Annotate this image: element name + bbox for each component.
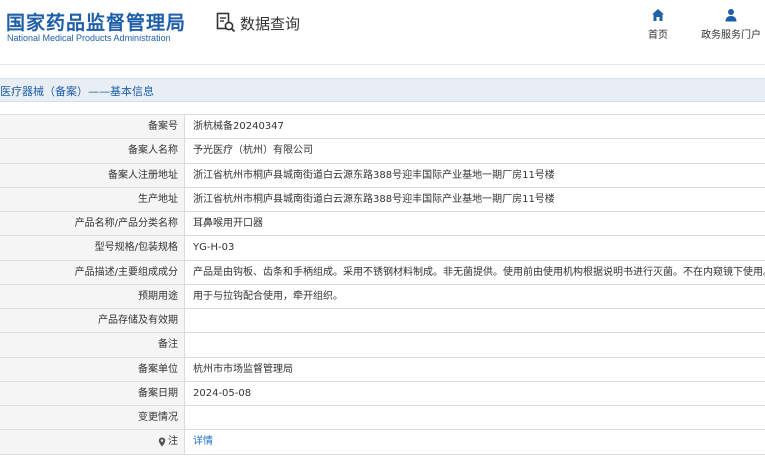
- table-row: 备注: [0, 333, 765, 358]
- info-table: 备案号 浙杭械备20240347 备案人名称 予光医疗（杭州）有限公司 备案人注…: [0, 114, 765, 455]
- row-value: [185, 406, 765, 429]
- row-value: 予光医疗（杭州）有限公司: [193, 145, 313, 157]
- map-pin-icon: [158, 437, 166, 447]
- row-label: 产品名称/产品分类名称: [0, 212, 185, 236]
- row-value: [185, 309, 765, 332]
- nav-home[interactable]: 首页: [648, 8, 668, 41]
- table-row: 生产地址 浙江省杭州市桐庐县城南街道白云源东路388号迎丰国际产业基地一期厂房1…: [0, 187, 765, 212]
- row-value: 杭州市市场监督管理局: [193, 363, 293, 375]
- user-icon: [725, 9, 737, 22]
- row-label: 备注: [0, 333, 185, 357]
- row-value: 产品是由钩板、齿条和手柄组成。采用不锈钢材料制成。非无菌提供。使用前由使用机构根…: [193, 266, 765, 278]
- row-value: 2024-05-08: [193, 387, 252, 399]
- row-value: YG-H-03: [193, 242, 235, 254]
- row-label: 型号规格/包装规格: [0, 236, 185, 260]
- row-value: 浙江省杭州市桐庐县城南街道白云源东路388号迎丰国际产业基地一期厂房11号楼: [193, 193, 555, 205]
- data-query-link[interactable]: 数据查询: [216, 12, 300, 34]
- row-label: 备案日期: [0, 381, 185, 405]
- row-value: 浙江省杭州市桐庐县城南街道白云源东路388号迎丰国际产业基地一期厂房11号楼: [193, 169, 555, 181]
- section-title: 医疗器械（备案）——基本信息: [0, 85, 154, 98]
- site-logo-cn[interactable]: 国家药品监督管理局: [6, 8, 186, 35]
- note-label: 注: [168, 436, 178, 448]
- table-row: 预期用途 用于与拉钩配合使用，牵开组织。: [0, 284, 765, 309]
- nav-service-portal-label: 政务服务门户: [701, 30, 761, 41]
- home-icon: [652, 9, 664, 21]
- table-row: 备案人注册地址 浙江省杭州市桐庐县城南街道白云源东路388号迎丰国际产业基地一期…: [0, 163, 765, 188]
- row-label: 产品存储及有效期: [0, 309, 185, 333]
- row-value: 详情: [185, 430, 765, 453]
- row-label: 生产地址: [0, 187, 185, 211]
- document-search-icon: [216, 12, 236, 33]
- row-label: 备案单位: [0, 357, 185, 381]
- table-row: 备案号 浙杭械备20240347: [0, 115, 765, 140]
- table-row: 备案日期 2024-05-08: [0, 381, 765, 406]
- table-row: 产品名称/产品分类名称 耳鼻喉用开口器: [0, 212, 765, 237]
- row-label-note: 注: [0, 430, 185, 454]
- table-row: 产品存储及有效期: [0, 309, 765, 334]
- details-link[interactable]: 详情: [193, 436, 213, 447]
- table-row: 备案单位 杭州市市场监督管理局: [0, 357, 765, 382]
- row-value: 浙杭械备20240347: [193, 121, 284, 132]
- row-label: 备案人名称: [0, 139, 185, 163]
- table-row: 型号规格/包装规格 YG-H-03: [0, 236, 765, 261]
- header-divider: [0, 64, 765, 65]
- site-logo-en[interactable]: National Medical Products Administration: [7, 33, 171, 43]
- nav-home-label: 首页: [648, 30, 668, 41]
- row-value: [185, 333, 765, 356]
- row-value: 用于与拉钩配合使用，牵开组织。: [193, 290, 343, 302]
- table-row: 产品描述/主要组成成分 产品是由钩板、齿条和手柄组成。采用不锈钢材料制成。非无菌…: [0, 260, 765, 285]
- row-label: 产品描述/主要组成成分: [0, 260, 185, 284]
- row-label: 变更情况: [0, 406, 185, 430]
- table-row: 备案人名称 予光医疗（杭州）有限公司: [0, 139, 765, 164]
- site-header: 国家药品监督管理局 National Medical Products Admi…: [0, 0, 765, 62]
- data-query-label: 数据查询: [240, 14, 301, 33]
- row-label: 预期用途: [0, 284, 185, 308]
- nav-service-portal[interactable]: 政务服务门户: [701, 8, 761, 41]
- section-header: 医疗器械（备案）——基本信息: [0, 78, 765, 102]
- row-label: 备案人注册地址: [0, 163, 185, 187]
- row-label: 备案号: [0, 115, 185, 139]
- row-value: 耳鼻喉用开口器: [193, 218, 263, 229]
- table-row: 变更情况: [0, 406, 765, 431]
- table-row: 注 详情: [0, 430, 765, 455]
